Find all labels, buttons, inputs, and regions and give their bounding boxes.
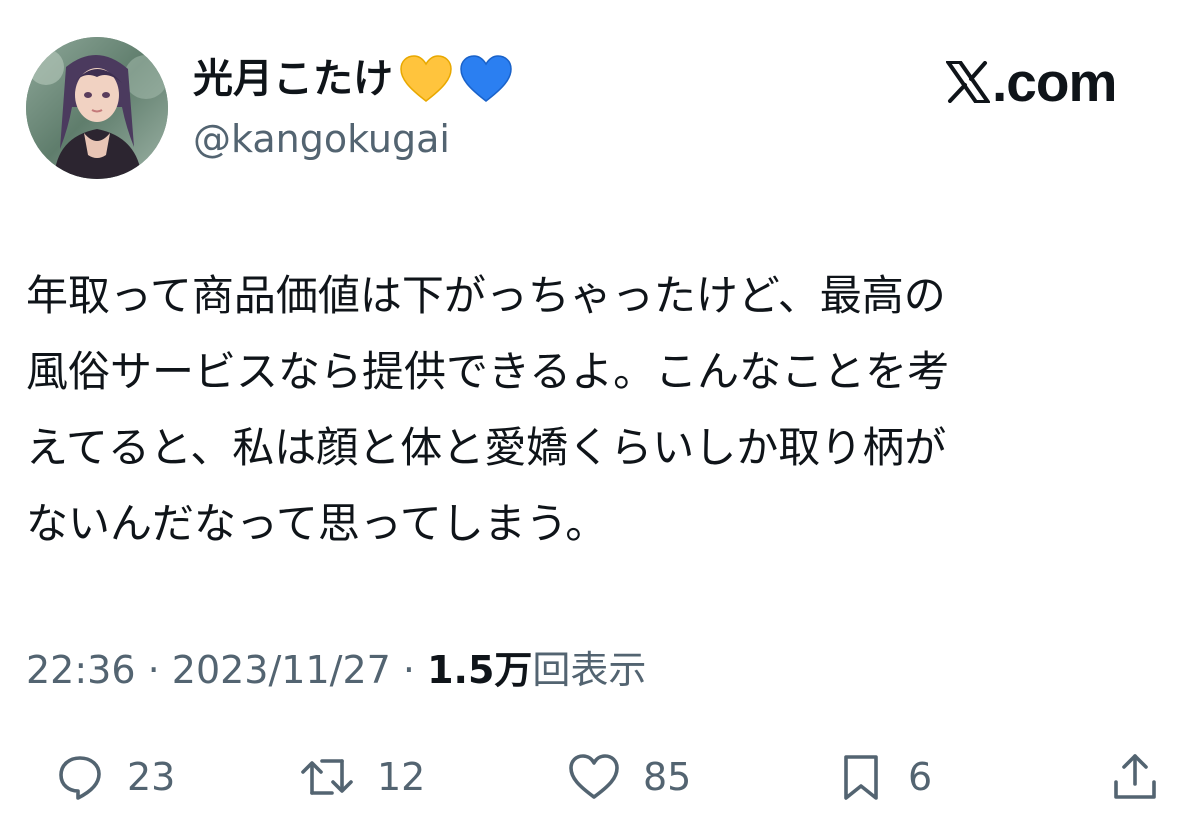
action-bar: 23 12 85 6 — [0, 742, 1200, 812]
tweet-meta: 22:36 · 2023/11/27 · 1.5万回表示 — [26, 642, 646, 698]
retweet-icon — [301, 759, 353, 795]
yellow-heart-icon — [400, 55, 452, 102]
bookmark-button[interactable]: 6 — [836, 742, 932, 812]
tweet-line: えてると、私は顔と体と愛嬌くらいしか取り柄が — [26, 423, 947, 472]
like-button[interactable]: 85 — [567, 742, 691, 812]
share-icon — [1114, 754, 1156, 799]
retweet-button[interactable]: 12 — [299, 742, 425, 812]
avatar-portrait — [26, 37, 168, 179]
share-button[interactable] — [1110, 742, 1160, 812]
blue-heart-icon — [460, 55, 512, 102]
author-display-name[interactable]: 光月こたけ — [193, 59, 393, 99]
avatar[interactable] — [26, 37, 168, 179]
tweet-line: ないんだなって思ってしまう。 — [26, 499, 608, 548]
tweet-line: 風俗サービスなら提供できるよ。こんなことを考 — [26, 347, 950, 396]
tweet-date[interactable]: 2023/11/27 — [172, 648, 391, 692]
author-handle[interactable]: @kangokugai — [193, 117, 450, 163]
like-icon — [569, 754, 619, 799]
views-label: 回表示 — [532, 648, 647, 692]
like-count: 85 — [643, 755, 692, 799]
retweet-count: 12 — [377, 755, 426, 799]
brand-domain: .com — [992, 50, 1117, 113]
tweet-text: 年取って商品価値は下がっちゃったけど、最高の 風俗サービスなら提供できるよ。こん… — [26, 258, 1176, 562]
x-logo-icon — [946, 61, 990, 103]
tweet-line: 年取って商品価値は下がっちゃったけど、最高の — [26, 271, 946, 320]
brand-logo[interactable]: .com — [946, 50, 1117, 113]
tweet-time[interactable]: 22:36 — [26, 648, 136, 692]
views-count: 1.5万 — [427, 648, 533, 692]
author-name-row[interactable]: 光月こたけ — [193, 48, 513, 110]
meta-separator: · — [402, 648, 428, 692]
meta-separator: · — [147, 648, 172, 692]
reply-button[interactable]: 23 — [55, 742, 175, 812]
bookmark-icon — [844, 755, 878, 800]
reply-icon — [59, 756, 101, 800]
reply-count: 23 — [127, 755, 176, 799]
bookmark-count: 6 — [908, 755, 933, 799]
